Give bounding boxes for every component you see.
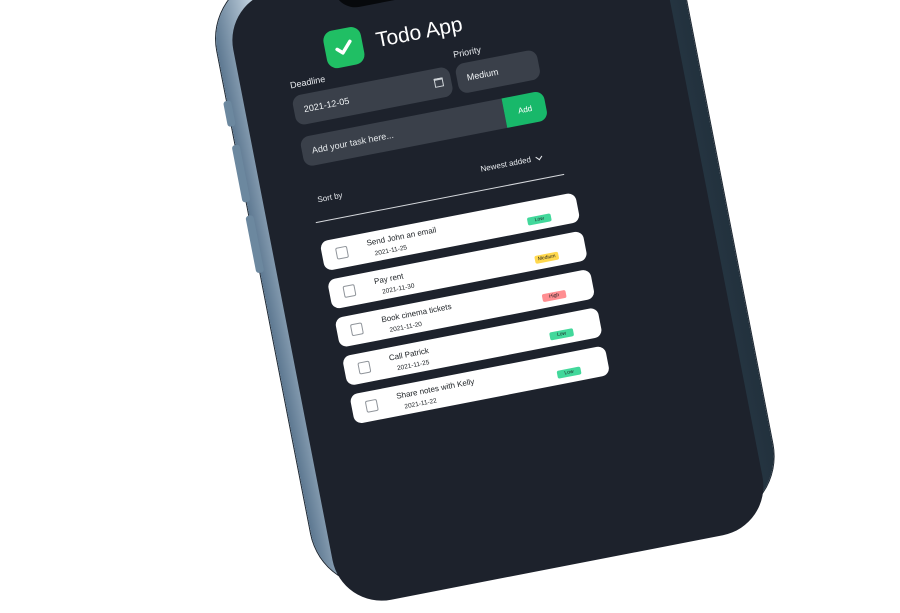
task-title: Pay rent: [373, 271, 405, 287]
priority-label: Priority: [452, 44, 482, 60]
app-header: Todo App: [321, 6, 466, 70]
task-checkbox[interactable]: [357, 360, 372, 375]
deadline-value: 2021-12-05: [303, 95, 351, 115]
task-checkbox[interactable]: [334, 245, 350, 260]
task-date: 2021-11-22: [403, 397, 438, 411]
task-date: 2021-11-25: [374, 244, 408, 258]
task-list: Send John an email 2021-11-25 Low Pay re…: [319, 192, 612, 433]
deadline-label: Deadline: [289, 73, 327, 91]
phone-mockup: Todo App Deadline 2021-12-05 Priority Me…: [205, 0, 814, 610]
task-date: 2021-11-30: [381, 282, 416, 296]
task-checkbox[interactable]: [349, 322, 364, 337]
priority-badge-high: High: [541, 289, 567, 303]
product-mockup: Todo App Deadline 2021-12-05 Priority Me…: [0, 0, 900, 610]
priority-badge-low: Low: [526, 213, 552, 226]
task-date: 2021-11-25: [396, 359, 431, 373]
sort-select[interactable]: Newest added: [479, 144, 570, 177]
add-task-button[interactable]: Add: [501, 90, 549, 128]
check-icon: [321, 25, 367, 70]
priority-badge-low: Low: [549, 328, 575, 341]
task-checkbox[interactable]: [364, 398, 379, 413]
priority-badge-medium: Medium: [534, 251, 560, 264]
priority-value: Medium: [465, 66, 500, 83]
sort-value: Newest added: [479, 154, 532, 174]
task-date: 2021-11-20: [389, 320, 423, 334]
chevron-down-icon[interactable]: [535, 152, 543, 160]
check-icon-shape: [335, 39, 352, 55]
page-title: Todo App: [374, 12, 465, 53]
sort-label: Sort by: [316, 190, 344, 205]
priority-badge-low: Low: [556, 366, 582, 379]
calendar-icon[interactable]: [433, 77, 445, 88]
task-checkbox[interactable]: [342, 283, 357, 299]
